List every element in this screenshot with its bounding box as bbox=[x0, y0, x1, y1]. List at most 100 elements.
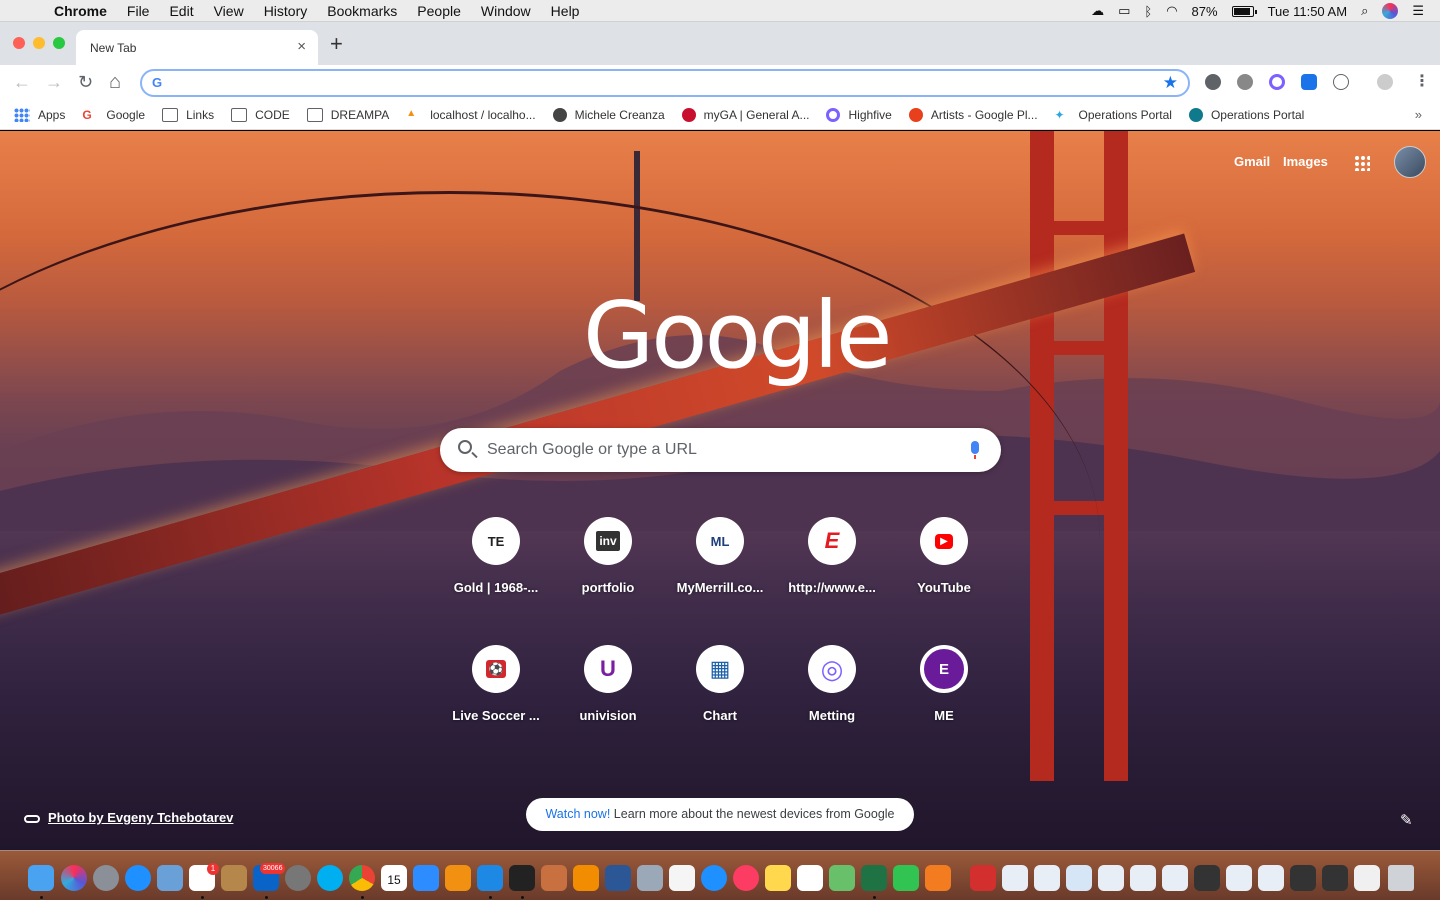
photo-credit-link[interactable]: Photo by Evgeny Tchebotarev bbox=[24, 810, 233, 825]
siri-icon[interactable] bbox=[1382, 3, 1399, 19]
reminders-icon[interactable] bbox=[797, 865, 823, 891]
bookmark-localhost[interactable]: ▲ localhost / localho... bbox=[406, 108, 535, 122]
bluetooth-icon[interactable]: ᛒ bbox=[1144, 4, 1152, 19]
menu-people[interactable]: People bbox=[417, 3, 461, 19]
itunes-icon[interactable] bbox=[733, 865, 759, 891]
menu-history[interactable]: History bbox=[264, 3, 308, 19]
menu-window[interactable]: Window bbox=[481, 3, 531, 19]
bookmark-folder-links[interactable]: Links bbox=[162, 107, 214, 122]
window-thumbnail-icon[interactable] bbox=[1098, 865, 1124, 891]
window-thumbnail-icon[interactable] bbox=[1354, 865, 1380, 891]
close-window-button[interactable] bbox=[13, 37, 25, 49]
shortcut-tile[interactable]: ⚽ Live Soccer ... bbox=[440, 639, 552, 751]
spotlight-icon[interactable]: ⌕ bbox=[1361, 3, 1368, 19]
utility-icon[interactable] bbox=[637, 865, 663, 891]
app-store-icon[interactable] bbox=[701, 865, 727, 891]
bookmark-michele[interactable]: Michele Creanza bbox=[552, 107, 665, 122]
textedit-icon[interactable] bbox=[669, 865, 695, 891]
extension-blue-icon[interactable] bbox=[1301, 74, 1317, 90]
bookmark-folder-dreampa[interactable]: DREAMPA bbox=[306, 107, 389, 122]
window-thumbnail-icon[interactable] bbox=[1194, 865, 1220, 891]
stickies-icon[interactable] bbox=[765, 865, 791, 891]
gmail-link[interactable]: Gmail bbox=[1234, 154, 1270, 169]
vscode-icon[interactable] bbox=[477, 865, 503, 891]
home-button[interactable]: ⌂ bbox=[109, 72, 121, 92]
extension-bulb-icon[interactable] bbox=[1205, 74, 1221, 90]
clock[interactable]: Tue 11:50 AM bbox=[1268, 4, 1348, 19]
menu-edit[interactable]: Edit bbox=[169, 3, 193, 19]
maps-icon[interactable] bbox=[829, 865, 855, 891]
bookmark-ops-portal-2[interactable]: Operations Portal bbox=[1188, 107, 1304, 122]
window-thumbnail-icon[interactable] bbox=[1130, 865, 1156, 891]
google-apps-icon[interactable] bbox=[1354, 155, 1370, 171]
sublime-icon[interactable] bbox=[445, 865, 471, 891]
finder-icon[interactable] bbox=[28, 865, 54, 891]
shortcut-tile[interactable]: U univision bbox=[552, 639, 664, 751]
new-tab-button[interactable]: + bbox=[330, 32, 343, 56]
calendar-icon[interactable]: 15 bbox=[381, 865, 407, 891]
bookmark-google[interactable]: G Google bbox=[82, 108, 145, 122]
avatar[interactable] bbox=[1394, 146, 1426, 178]
bookmark-myga[interactable]: myGA | General A... bbox=[681, 107, 809, 122]
images-link[interactable]: Images bbox=[1283, 154, 1328, 169]
bookmark-folder-code[interactable]: CODE bbox=[231, 107, 290, 122]
battery-percent[interactable]: 87% bbox=[1192, 4, 1218, 19]
promo-link[interactable]: Watch now! bbox=[545, 807, 610, 821]
wifi-icon[interactable]: ◠ bbox=[1166, 3, 1177, 19]
tab-new-tab[interactable]: New Tab × bbox=[76, 30, 318, 65]
shortcut-tile[interactable]: E ME bbox=[888, 639, 1000, 751]
back-button[interactable]: ← bbox=[13, 72, 31, 92]
bookmark-highfive[interactable]: Highfive bbox=[826, 107, 892, 122]
word-icon[interactable] bbox=[605, 865, 631, 891]
menu-file[interactable]: File bbox=[127, 3, 150, 19]
shortcut-tile[interactable]: ◎ Metting bbox=[776, 639, 888, 751]
bookmark-star-icon[interactable]: ★ bbox=[1163, 73, 1178, 93]
profile-extension-icon[interactable] bbox=[1377, 74, 1393, 90]
shortcut-tile[interactable]: TE Gold | 1968-... bbox=[440, 511, 552, 623]
shortcut-tile[interactable]: inv portfolio bbox=[552, 511, 664, 623]
menu-view[interactable]: View bbox=[214, 3, 244, 19]
bookmark-apps[interactable]: Apps bbox=[14, 107, 65, 122]
minimize-window-button[interactable] bbox=[33, 37, 45, 49]
menu-bookmarks[interactable]: Bookmarks bbox=[327, 3, 397, 19]
search-input[interactable]: Search Google or type a URL bbox=[487, 441, 697, 459]
window-thumbnail-icon[interactable] bbox=[1226, 865, 1252, 891]
window-thumbnail-icon[interactable] bbox=[1322, 865, 1348, 891]
promo-banner[interactable]: Watch now! Learn more about the newest d… bbox=[526, 798, 914, 831]
customize-pencil-icon[interactable]: ✎ bbox=[1400, 811, 1413, 829]
window-thumbnail-icon[interactable] bbox=[1258, 865, 1284, 891]
trash-icon[interactable] bbox=[1388, 865, 1414, 891]
skype-icon[interactable] bbox=[317, 865, 343, 891]
zoom-window-button[interactable] bbox=[53, 37, 65, 49]
notification-center-icon[interactable]: ☰ bbox=[1412, 3, 1424, 19]
window-thumbnail-icon[interactable] bbox=[1002, 865, 1028, 891]
window-thumbnail-icon[interactable] bbox=[1162, 865, 1188, 891]
reload-button[interactable]: ↻ bbox=[78, 72, 93, 92]
menu-chrome[interactable]: Chrome bbox=[54, 3, 107, 19]
siri-dock-icon[interactable] bbox=[61, 865, 87, 891]
menu-help[interactable]: Help bbox=[551, 3, 580, 19]
terminal-icon[interactable] bbox=[509, 865, 535, 891]
window-thumbnail-icon[interactable] bbox=[1290, 865, 1316, 891]
safari-icon[interactable] bbox=[125, 865, 151, 891]
chrome-menu-button[interactable]: ⋮ bbox=[1414, 71, 1430, 91]
address-bar[interactable]: G ★ bbox=[140, 69, 1190, 97]
launchpad-icon[interactable] bbox=[93, 865, 119, 891]
extension-grey-icon[interactable] bbox=[1237, 74, 1253, 90]
shortcut-tile[interactable]: ▦ Chart bbox=[664, 639, 776, 751]
cloud-icon[interactable]: ☁ bbox=[1091, 3, 1104, 19]
shortcut-tile[interactable]: ML MyMerrill.co... bbox=[664, 511, 776, 623]
bookmark-ops-portal-1[interactable]: ✦ Operations Portal bbox=[1055, 108, 1172, 122]
tab-close-icon[interactable]: × bbox=[297, 38, 306, 55]
extension-highfive-icon[interactable] bbox=[1269, 74, 1285, 90]
chrome-dock-icon[interactable] bbox=[349, 865, 375, 891]
vlc-icon[interactable] bbox=[573, 865, 599, 891]
shortcut-tile[interactable]: ▶ YouTube bbox=[888, 511, 1000, 623]
window-thumbnail-icon[interactable] bbox=[1034, 865, 1060, 891]
zoom-icon[interactable] bbox=[413, 865, 439, 891]
airplay-icon[interactable]: ▭ bbox=[1118, 3, 1130, 19]
system-preferences-icon[interactable] bbox=[285, 865, 311, 891]
shortcut-tile[interactable]: E http://www.e... bbox=[776, 511, 888, 623]
bookmarks-overflow-icon[interactable]: » bbox=[1415, 107, 1422, 122]
window-thumbnail-icon[interactable] bbox=[1066, 865, 1092, 891]
